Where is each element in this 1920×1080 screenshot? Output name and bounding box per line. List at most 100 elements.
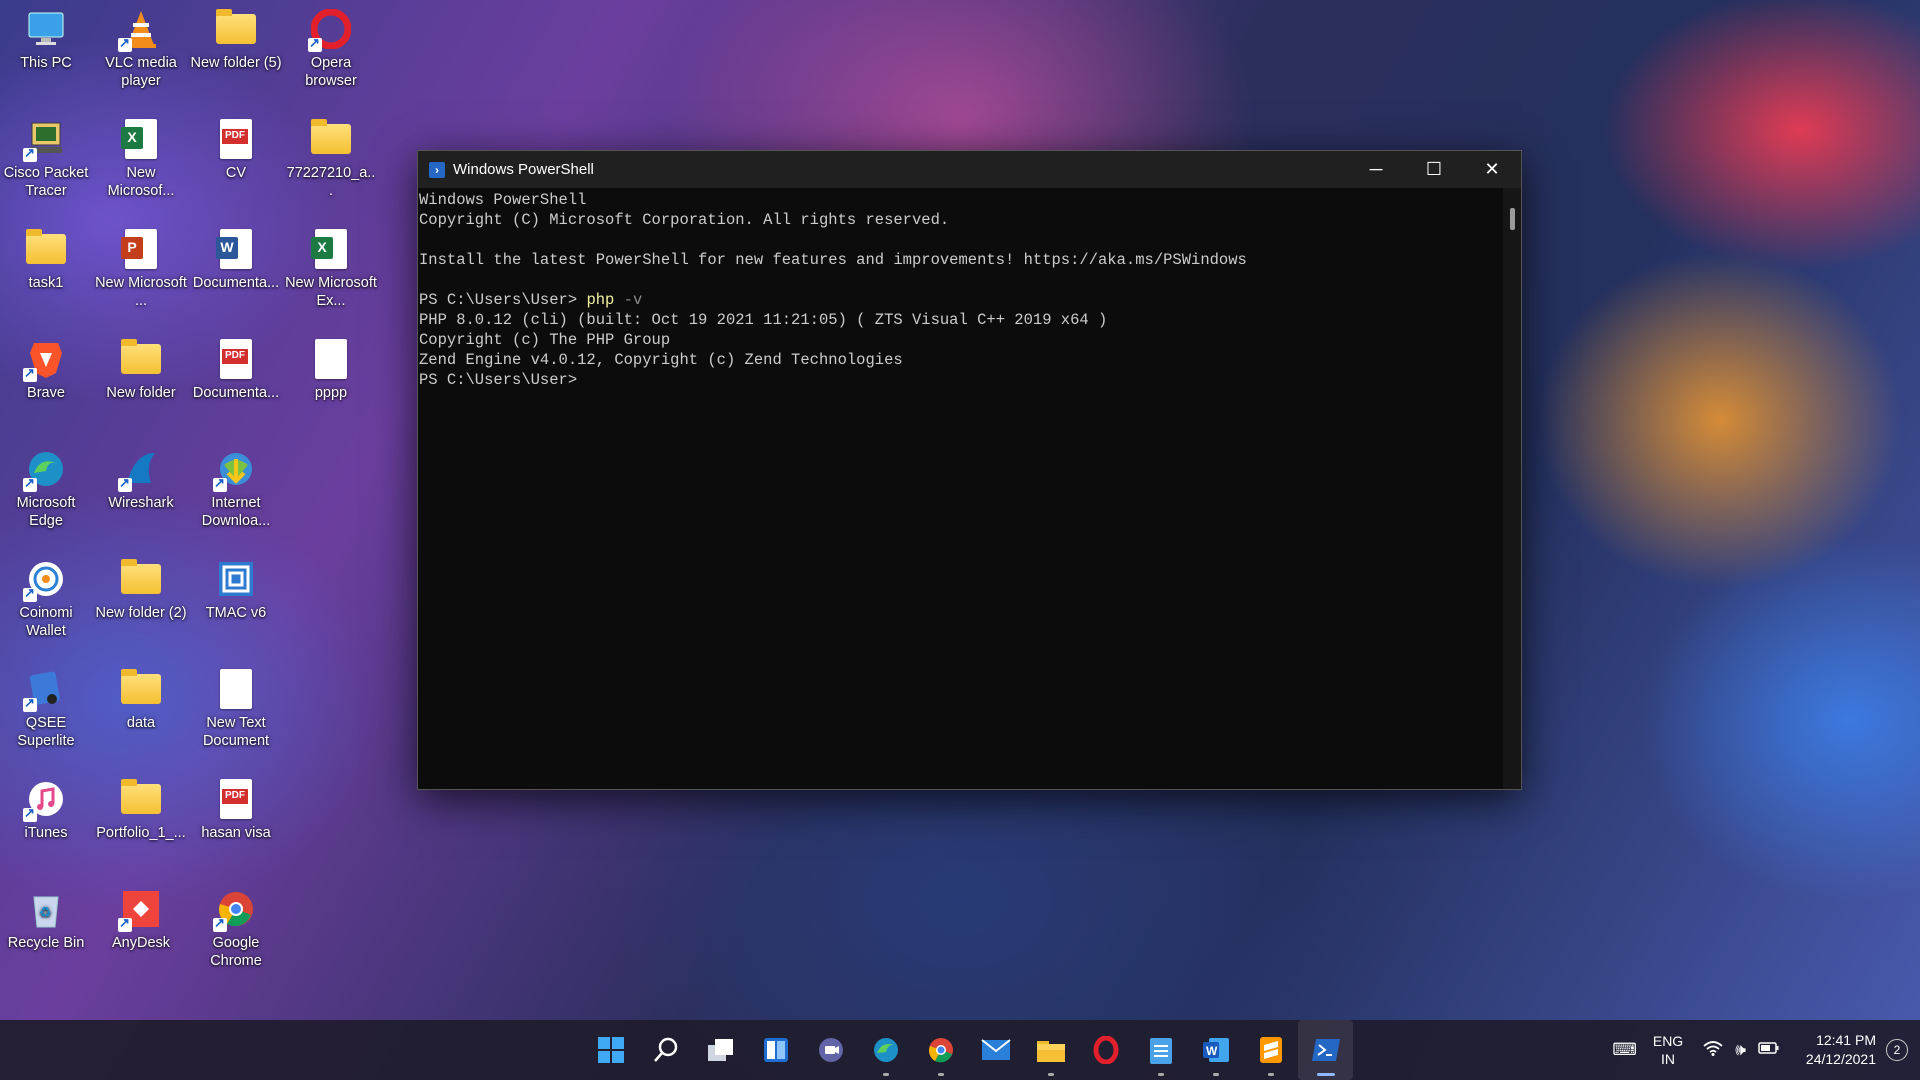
tmac-icon (215, 558, 257, 600)
language-code: ENG (1652, 1033, 1684, 1049)
keyboard-icon[interactable]: ⌨ (1612, 1040, 1637, 1060)
taskbar-opera[interactable] (1078, 1020, 1133, 1080)
task-view-button[interactable] (693, 1020, 748, 1080)
window-titlebar[interactable]: › Windows PowerShell ─ ☐ ✕ (418, 151, 1521, 188)
desktop-icon-label: Internet Downloa... (201, 495, 271, 530)
desktop-icon-new-folder[interactable]: New folder (95, 338, 187, 402)
powershell-icon (1311, 1039, 1340, 1061)
svg-text:♻: ♻ (39, 905, 52, 921)
desktop-icon-vlc[interactable]: VLC media player (95, 8, 187, 90)
battery-icon[interactable] (1758, 1040, 1780, 1060)
desktop-icon-hasan-visa[interactable]: PDF hasan visa (190, 778, 282, 842)
desktop-icon-label: Brave (27, 385, 65, 401)
word-file-icon: W (215, 228, 257, 270)
desktop-icon-task1[interactable]: task1 (0, 228, 92, 292)
volume-icon[interactable]: 🕪 (1735, 1040, 1746, 1060)
region-code: IN (1661, 1051, 1676, 1067)
mail-icon (980, 1039, 1011, 1060)
desktop-icon-label: Microsoft Edge (16, 495, 76, 530)
desktop-icon-brave[interactable]: Brave (0, 338, 92, 402)
desktop-icon-documentation-pdf[interactable]: PDF Documenta... (190, 338, 282, 402)
taskbar-mail[interactable] (968, 1020, 1023, 1080)
desktop-icon-cisco-packet-tracer[interactable]: Cisco Packet Tracer (0, 118, 92, 200)
clock-date: 24/12/2021 (1805, 1051, 1876, 1067)
taskbar-sublime-text[interactable] (1243, 1020, 1298, 1080)
teams-chat-button[interactable] (803, 1020, 858, 1080)
console-output[interactable]: Windows PowerShell Copyright (C) Microsof… (418, 188, 1503, 789)
desktop-icon-this-pc[interactable]: This PC (0, 8, 92, 72)
clock-time: 12:41 PM (1816, 1032, 1876, 1048)
shortcut-arrow-icon (23, 585, 37, 602)
taskbar-powershell[interactable] (1298, 1020, 1353, 1080)
desktop-icon-label: Documenta... (192, 275, 280, 291)
console-line: PHP 8.0.12 (cli) (built: Oct 19 2021 11:… (419, 311, 1108, 329)
desktop-icon-itunes[interactable]: iTunes (0, 778, 92, 842)
opera-icon (1093, 1036, 1118, 1064)
desktop-icon-label: Coinomi Wallet (19, 605, 73, 640)
scrollbar-thumb[interactable] (1510, 208, 1515, 230)
desktop-icon-cv[interactable]: PDF CV (190, 118, 282, 182)
desktop-icon-opera[interactable]: Opera browser (285, 8, 377, 90)
vertical-scrollbar[interactable] (1503, 188, 1521, 789)
console-line: Install the latest PowerShell for new fe… (419, 251, 1247, 269)
desktop-icon-label: New folder (5) (190, 55, 282, 71)
desktop-icon-internet-download-manager[interactable]: Internet Downloa... (190, 448, 282, 530)
taskbar-apps: W (583, 1020, 1353, 1080)
desktop-icon-label: Opera browser (305, 55, 357, 90)
wifi-icon[interactable] (1703, 1040, 1723, 1061)
desktop-icon-documentation-word[interactable]: W Documenta... (190, 228, 282, 292)
desktop-icon-data[interactable]: data (95, 668, 187, 732)
taskbar-notepad[interactable] (1133, 1020, 1188, 1080)
search-icon (653, 1037, 677, 1062)
folder-icon (120, 338, 162, 380)
close-button[interactable]: ✕ (1463, 151, 1521, 188)
shortcut-arrow-icon (23, 475, 37, 492)
itunes-icon (23, 778, 67, 822)
desktop-icon-new-excel-1[interactable]: X New Microsof... (95, 118, 187, 200)
notification-badge[interactable]: 2 (1886, 1039, 1908, 1061)
desktop-icon-label: TMAC v6 (205, 605, 267, 621)
desktop-icon-new-excel-2[interactable]: X New Microsoft Ex... (285, 228, 377, 310)
search-button[interactable] (638, 1020, 693, 1080)
desktop-icon-coinomi[interactable]: Coinomi Wallet (0, 558, 92, 640)
running-indicator (1267, 1073, 1274, 1076)
desktop-icon-77227210[interactable]: 77227210_a... (285, 118, 377, 200)
desktop-icon-new-folder-2[interactable]: New folder (2) (95, 558, 187, 622)
desktop-icon-wireshark[interactable]: Wireshark (95, 448, 187, 512)
taskbar-file-explorer[interactable] (1023, 1020, 1078, 1080)
desktop-icon-label: Wireshark (108, 495, 174, 511)
opera-icon (308, 8, 352, 52)
qsee-icon (23, 668, 67, 712)
desktop-icon-label: CV (225, 165, 247, 181)
console-prompt-line[interactable]: PS C:\Users\User> (419, 370, 1502, 390)
desktop-icon-edge[interactable]: Microsoft Edge (0, 448, 92, 530)
desktop-icon-portfolio[interactable]: Portfolio_1_... (95, 778, 187, 842)
clock[interactable]: 12:41 PM 24/12/2021 (1806, 1031, 1876, 1069)
start-button[interactable] (583, 1020, 638, 1080)
shortcut-arrow-icon (118, 915, 132, 932)
language-indicator[interactable]: ENG IN (1653, 1032, 1683, 1068)
taskbar-chrome[interactable] (913, 1020, 968, 1080)
coinomi-wallet-icon (23, 558, 67, 602)
desktop-icon-label: New Microsoft ... (95, 275, 187, 310)
desktop-icon-qsee-superlite[interactable]: QSEE Superlite (0, 668, 92, 750)
desktop-icon-new-powerpoint[interactable]: P New Microsoft ... (95, 228, 187, 310)
desktop-icon-new-folder-5[interactable]: New folder (5) (190, 8, 282, 72)
folder-icon (120, 558, 162, 600)
system-tray: ⌨ ENG IN 🕪 12:41 PM 24/12/2021 2 (1606, 1020, 1920, 1080)
active-indicator (1316, 1073, 1335, 1076)
widgets-button[interactable] (748, 1020, 803, 1080)
desktop-icon-tmac[interactable]: TMAC v6 (190, 558, 282, 622)
desktop-icon-recycle-bin[interactable]: ♻ Recycle Bin (0, 888, 92, 952)
desktop-icon-new-text-document[interactable]: New Text Document (190, 668, 282, 750)
powershell-window[interactable]: › Windows PowerShell ─ ☐ ✕ Windows Power… (417, 150, 1522, 790)
desktop-icon-google-chrome[interactable]: Google Chrome (190, 888, 282, 970)
taskbar-edge[interactable] (858, 1020, 913, 1080)
taskbar-word[interactable]: W (1188, 1020, 1243, 1080)
running-indicator (1157, 1073, 1164, 1076)
chrome-icon (213, 888, 257, 932)
minimize-button[interactable]: ─ (1347, 151, 1405, 188)
desktop-icon-anydesk[interactable]: AnyDesk (95, 888, 187, 952)
desktop-icon-pppp[interactable]: pppp (285, 338, 377, 402)
maximize-button[interactable]: ☐ (1405, 151, 1463, 188)
